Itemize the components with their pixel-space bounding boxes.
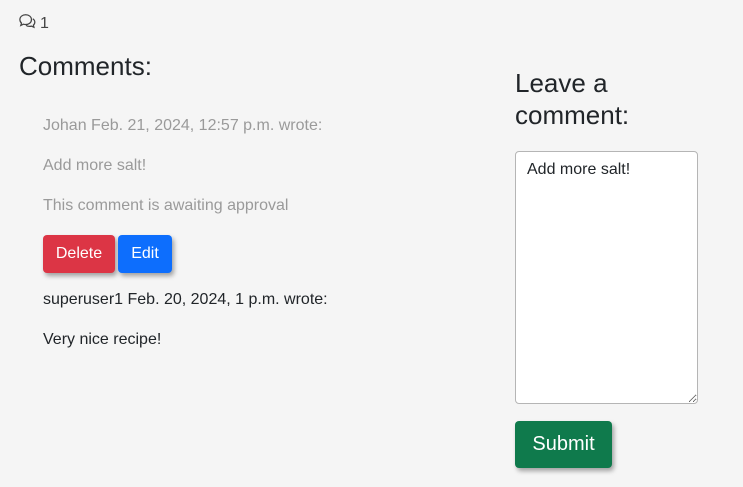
comment-count-value: 1 — [40, 14, 49, 32]
leave-comment-heading: Leave a comment: — [515, 68, 630, 130]
comment-body: Very nice recipe! — [43, 331, 162, 348]
comment-status: This comment is awaiting approval — [43, 197, 289, 214]
comments-icon — [18, 13, 40, 34]
comment-header: Johan Feb. 21, 2024, 12:57 p.m. wrote: — [43, 117, 323, 134]
edit-button[interactable]: Edit — [118, 235, 172, 273]
comment-body: Add more salt! — [43, 157, 147, 174]
submit-button[interactable]: Submit — [515, 421, 612, 468]
comment-header: superuser1 Feb. 20, 2024, 1 p.m. wrote: — [43, 291, 328, 308]
comment-textarea[interactable]: Add more salt! — [515, 151, 698, 404]
comments-heading: Comments: — [19, 51, 152, 81]
delete-button[interactable]: Delete — [43, 235, 115, 273]
comment-count: 1 — [18, 13, 49, 34]
